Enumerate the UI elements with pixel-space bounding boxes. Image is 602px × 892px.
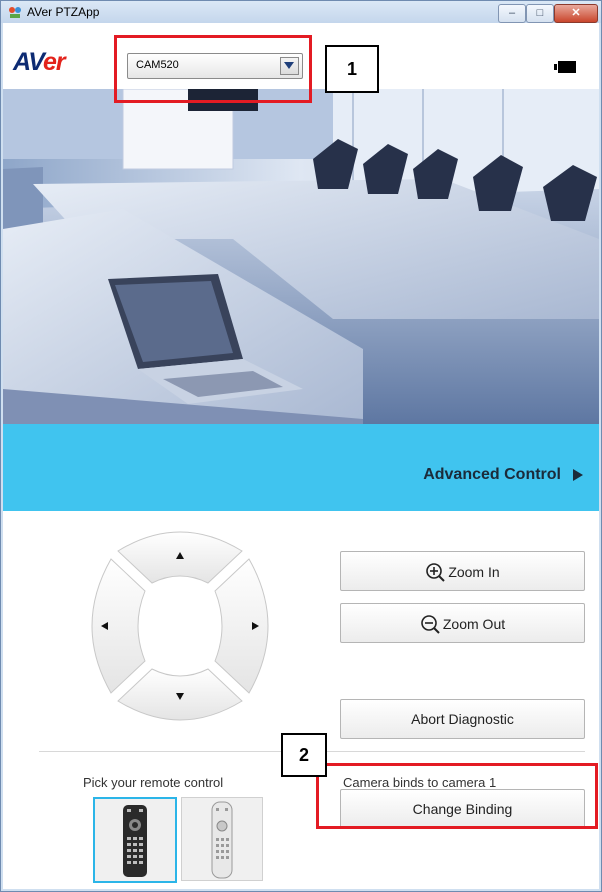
close-icon: ✕ — [571, 7, 581, 19]
zoom-in-label: Zoom In — [448, 564, 500, 580]
highlight-box-change-binding — [316, 763, 598, 829]
remote-control-icon — [211, 801, 233, 879]
advanced-control-label: Advanced Control — [423, 466, 561, 483]
conference-room-image — [3, 89, 599, 424]
advanced-control-bar[interactable]: Advanced Control — [3, 424, 599, 511]
title-bar[interactable]: AVer PTZApp – □ ✕ — [1, 1, 601, 23]
zoom-in-button[interactable]: Zoom In — [340, 551, 585, 591]
pick-remote-label: Pick your remote control — [83, 775, 224, 790]
zoom-out-button[interactable]: Zoom Out — [340, 603, 585, 643]
close-button[interactable]: ✕ — [554, 4, 598, 23]
callout-2: 2 — [281, 733, 327, 777]
abort-diagnostic-button[interactable]: Abort Diagnostic — [340, 699, 585, 739]
pan-right-button[interactable] — [214, 558, 269, 694]
logo-prefix: AV — [13, 48, 44, 76]
maximize-icon: □ — [536, 7, 544, 19]
pan-down-button[interactable] — [117, 668, 243, 721]
aver-logo: AVer — [13, 48, 66, 77]
maximize-button[interactable]: □ — [526, 4, 554, 23]
callout-1: 1 — [325, 45, 379, 93]
pan-up-button[interactable] — [117, 531, 243, 584]
remote-control-icon — [123, 805, 147, 877]
pan-tilt-pad — [91, 531, 269, 721]
play-arrow-icon — [573, 469, 583, 481]
remote-option-1[interactable] — [93, 797, 177, 883]
controls-panel: Zoom In Zoom Out Abort Diagnostic Pick y… — [3, 511, 599, 889]
minimize-icon: – — [508, 7, 516, 19]
zoom-in-icon — [426, 563, 446, 582]
highlight-box-camera-select — [114, 35, 312, 103]
pan-left-button[interactable] — [91, 558, 146, 694]
logo-suffix: er — [42, 48, 66, 76]
window-title: AVer PTZApp — [27, 5, 100, 19]
zoom-out-label: Zoom Out — [442, 616, 506, 632]
minimize-button[interactable]: – — [498, 4, 526, 23]
remote-option-2[interactable] — [181, 797, 263, 881]
camera-icon[interactable] — [554, 61, 576, 73]
zoom-out-icon — [421, 615, 440, 634]
app-icon — [9, 7, 21, 18]
camera-preview — [3, 89, 599, 424]
